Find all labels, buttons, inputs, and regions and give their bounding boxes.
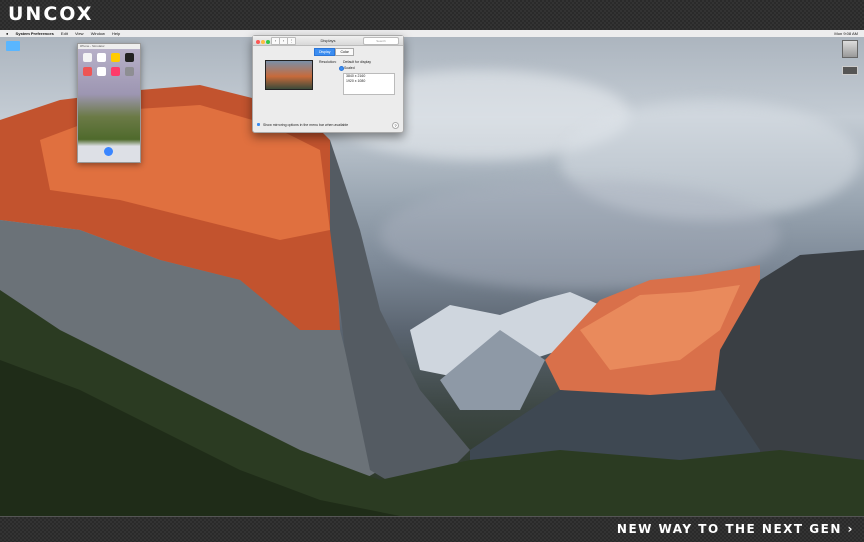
phone-simulator-window[interactable]: iPhone - Simulator [77,43,141,163]
menu-help[interactable]: Help [112,30,120,37]
menu-view[interactable]: View [75,30,84,37]
footer-tagline[interactable]: NEW WAY TO THE NEXT GEN › [617,522,854,536]
app-icon[interactable] [111,53,120,62]
app-icon[interactable] [83,67,92,76]
mirror-checkbox[interactable] [257,123,260,126]
macos-menu-bar: ● System Preferences Edit View Window He… [0,30,864,37]
help-button[interactable]: ? [392,122,399,129]
menu-window[interactable]: Window [91,30,105,37]
health-icon[interactable] [111,67,120,76]
zoom-button[interactable] [266,40,270,44]
displays-prefs-window: ‹ › ⋮ Displays Search Display Color Resol… [252,35,404,133]
list-item[interactable]: 1920 x 1080 [344,79,394,84]
uncox-footer-bar: NEW WAY TO THE NEXT GEN › [0,516,864,542]
display-preview [265,60,313,90]
settings-icon[interactable] [125,67,134,76]
mirror-option-label: Show mirroring options in the menu bar w… [263,123,349,127]
tab-color[interactable]: Color [335,48,354,56]
uncox-logo: UNCOX [8,3,94,25]
apple-menu-icon[interactable]: ● [6,30,8,37]
app-icon[interactable] [83,53,92,62]
search-input[interactable]: Search [363,37,399,45]
menu-edit[interactable]: Edit [61,30,68,37]
show-all-button[interactable]: ⋮ [287,37,296,45]
calendar-icon[interactable] [97,67,106,76]
safari-icon[interactable] [104,147,113,156]
app-icon[interactable] [125,53,134,62]
resolution-list[interactable]: 3840 x 2160 1920 x 1080 [343,73,395,95]
folder-icon[interactable] [6,41,20,51]
default-option-label[interactable]: Default for display [343,60,371,64]
minimize-button[interactable] [261,40,265,44]
window-controls [256,38,271,47]
prefs-tabs: Display Color [314,48,354,56]
window-titlebar: ‹ › ⋮ Displays Search [253,36,403,46]
close-button[interactable] [256,40,260,44]
tab-display[interactable]: Display [314,48,336,56]
hard-drive-icon[interactable] [842,40,858,58]
screenshot-file-icon[interactable] [842,66,858,75]
phone-screen [78,49,140,162]
photos-icon[interactable] [97,53,106,62]
menu-clock[interactable]: Mon 9:08 AM [834,30,858,37]
resolution-label: Resolution: [319,60,337,64]
scaled-option-label[interactable]: Scaled [344,66,355,70]
desktop: ● System Preferences Edit View Window He… [0,30,864,516]
window-title: Displays [320,38,336,43]
uncox-header-bar: UNCOX [0,0,864,30]
menu-app-name[interactable]: System Preferences [16,30,54,37]
